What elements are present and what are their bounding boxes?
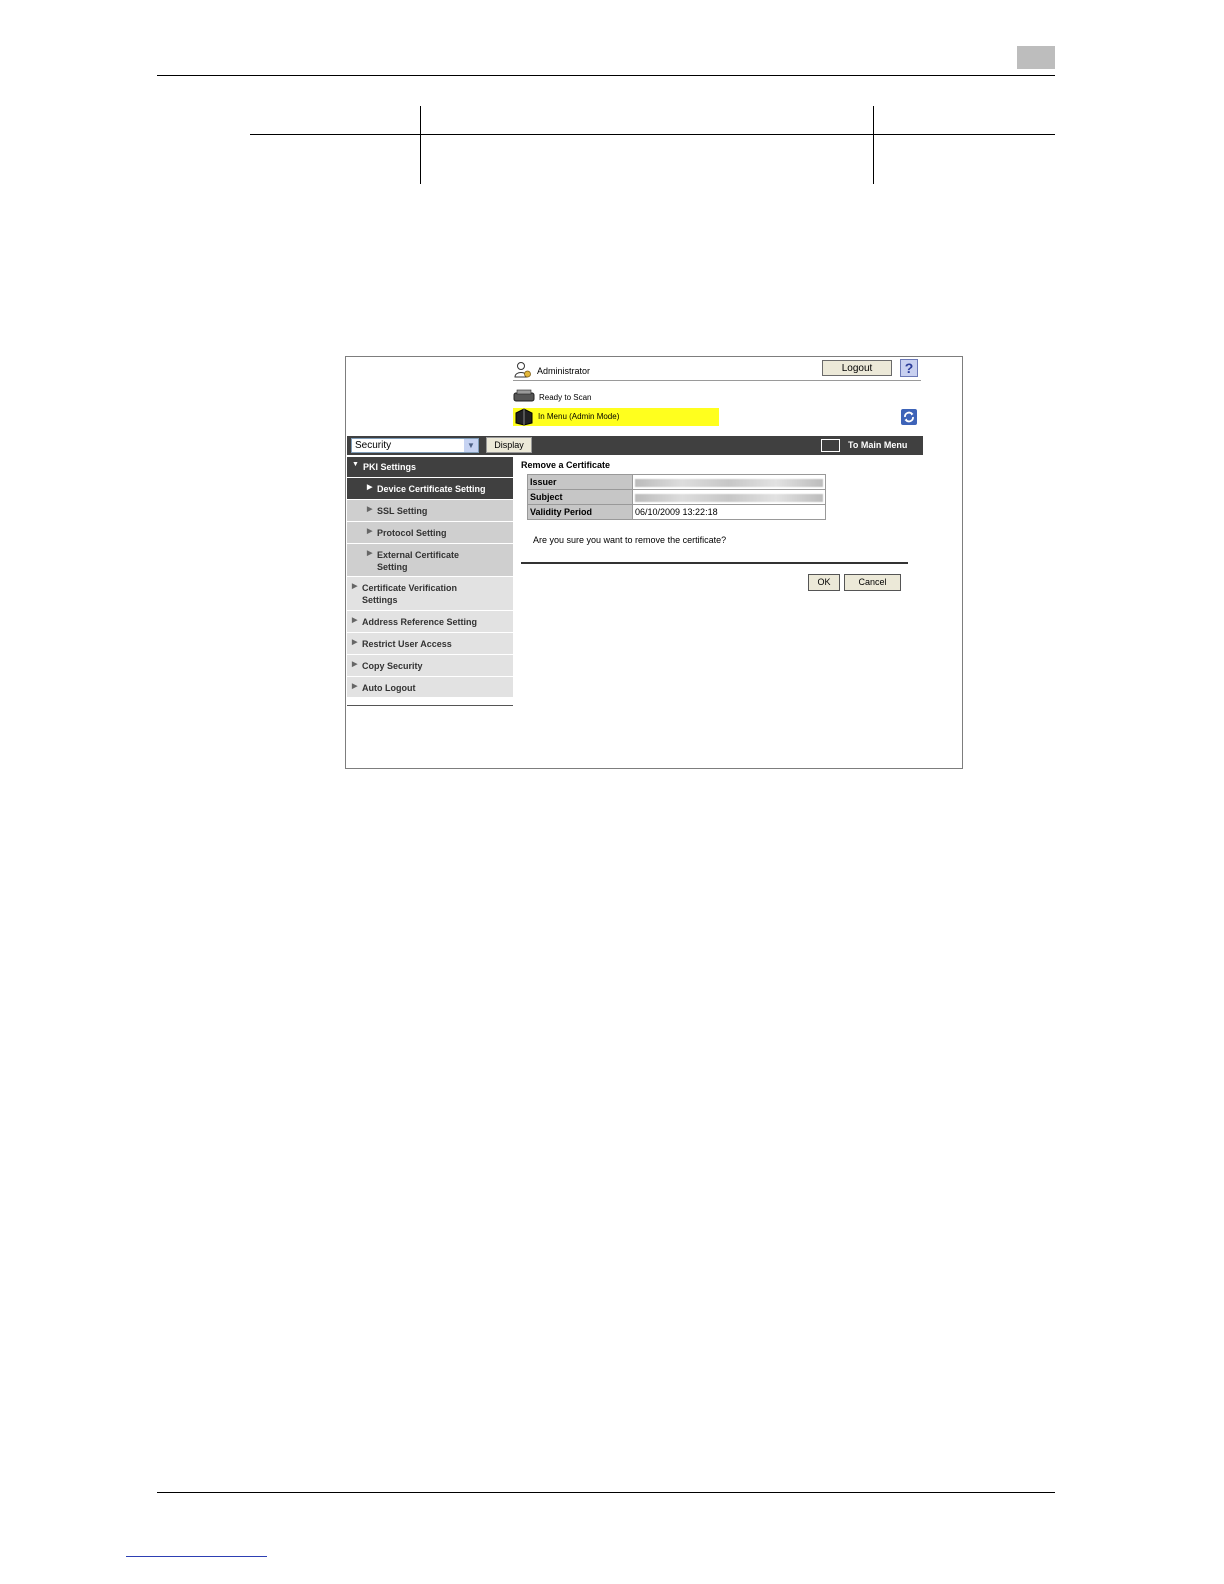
- page-title: Remove a Certificate: [521, 460, 611, 470]
- category-selected: Security: [355, 440, 392, 451]
- sidebar-item-label: External Certificate Setting: [377, 550, 460, 572]
- footer-link-underline: [126, 1556, 267, 1557]
- device-box-icon: [515, 408, 533, 426]
- main-menu-icon[interactable]: [821, 439, 840, 452]
- table-row: Subject: [527, 489, 826, 505]
- sidebar-item-label: SSL Setting: [377, 506, 428, 516]
- user-name: Administrator: [537, 366, 591, 376]
- category-select[interactable]: Security ▼: [351, 438, 479, 453]
- sidebar-item-copy-security[interactable]: ▶ Copy Security: [347, 654, 513, 676]
- sidebar-item-device-certificate[interactable]: ▶ Device Certificate Setting: [347, 477, 513, 499]
- certificate-table: Issuer Subject Validity Period 06/10/200…: [527, 474, 826, 520]
- display-button[interactable]: Display: [486, 437, 532, 453]
- sidebar-item-label: PKI Settings: [363, 462, 417, 472]
- validity-period-label: Validity Period: [527, 504, 633, 520]
- sidebar-item-external-certificate[interactable]: ▶ External Certificate Setting: [347, 543, 513, 576]
- table-header-rule: [250, 134, 1055, 135]
- table-divider: [420, 106, 421, 184]
- redacted-value: [635, 493, 823, 502]
- sidebar-item-label: Copy Security: [362, 661, 423, 671]
- table-row: Validity Period 06/10/2009 13:22:18: [527, 504, 826, 520]
- subject-value: [632, 489, 826, 505]
- refresh-icon[interactable]: [901, 409, 917, 425]
- device-status: Ready to Scan: [513, 388, 733, 406]
- issuer-label: Issuer: [527, 474, 633, 490]
- sidebar: ▼ PKI Settings ▶ Device Certificate Sett…: [347, 457, 513, 706]
- issuer-value: [632, 474, 826, 490]
- chevron-down-icon[interactable]: ▼: [464, 439, 478, 452]
- table-row: Issuer: [527, 474, 826, 490]
- toolbar: Security ▼ Display To Main Menu: [347, 436, 923, 455]
- confirmation-question: Are you sure you want to remove the cert…: [533, 535, 727, 545]
- status-text: Ready to Scan: [539, 393, 592, 402]
- sidebar-item-label: Device Certificate Setting: [377, 484, 486, 494]
- sidebar-item-label: Certificate Verification Settings: [362, 583, 458, 605]
- redacted-value: [635, 478, 823, 487]
- sidebar-item-address-reference[interactable]: ▶ Address Reference Setting: [347, 610, 513, 632]
- sidebar-item-protocol-setting[interactable]: ▶ Protocol Setting: [347, 521, 513, 543]
- ok-button[interactable]: OK: [808, 574, 840, 591]
- web-ui-screenshot: Administrator Logout ? Ready to Scan In …: [345, 356, 963, 769]
- sidebar-item-label: Restrict User Access: [362, 639, 452, 649]
- to-main-menu-link[interactable]: To Main Menu: [848, 440, 907, 450]
- header-rule: [157, 75, 1055, 76]
- cancel-button[interactable]: Cancel: [844, 574, 901, 591]
- divider: [521, 562, 908, 564]
- scanner-icon: [513, 389, 535, 402]
- subject-label: Subject: [527, 489, 633, 505]
- administrator-icon: [514, 362, 531, 378]
- table-divider: [873, 106, 874, 184]
- sidebar-item-restrict-user-access[interactable]: ▶ Restrict User Access: [347, 632, 513, 654]
- sidebar-item-label: Auto Logout: [362, 683, 416, 693]
- mode-text: In Menu (Admin Mode): [538, 412, 620, 421]
- help-icon[interactable]: ?: [900, 359, 918, 377]
- mode-status: In Menu (Admin Mode): [513, 408, 719, 426]
- sidebar-item-auto-logout[interactable]: ▶ Auto Logout: [347, 676, 513, 697]
- sidebar-item-certificate-verification[interactable]: ▶ Certificate Verification Settings: [347, 576, 513, 610]
- logout-button[interactable]: Logout: [822, 360, 892, 376]
- sidebar-item-ssl-setting[interactable]: ▶ SSL Setting: [347, 499, 513, 521]
- page-tab-marker: [1017, 46, 1055, 69]
- sidebar-item-label: Address Reference Setting: [362, 617, 478, 627]
- footer-rule: [157, 1492, 1055, 1493]
- validity-period-value: 06/10/2009 13:22:18: [632, 504, 826, 520]
- sidebar-item-pki-settings[interactable]: ▼ PKI Settings: [347, 457, 513, 477]
- sidebar-item-label: Protocol Setting: [377, 528, 447, 538]
